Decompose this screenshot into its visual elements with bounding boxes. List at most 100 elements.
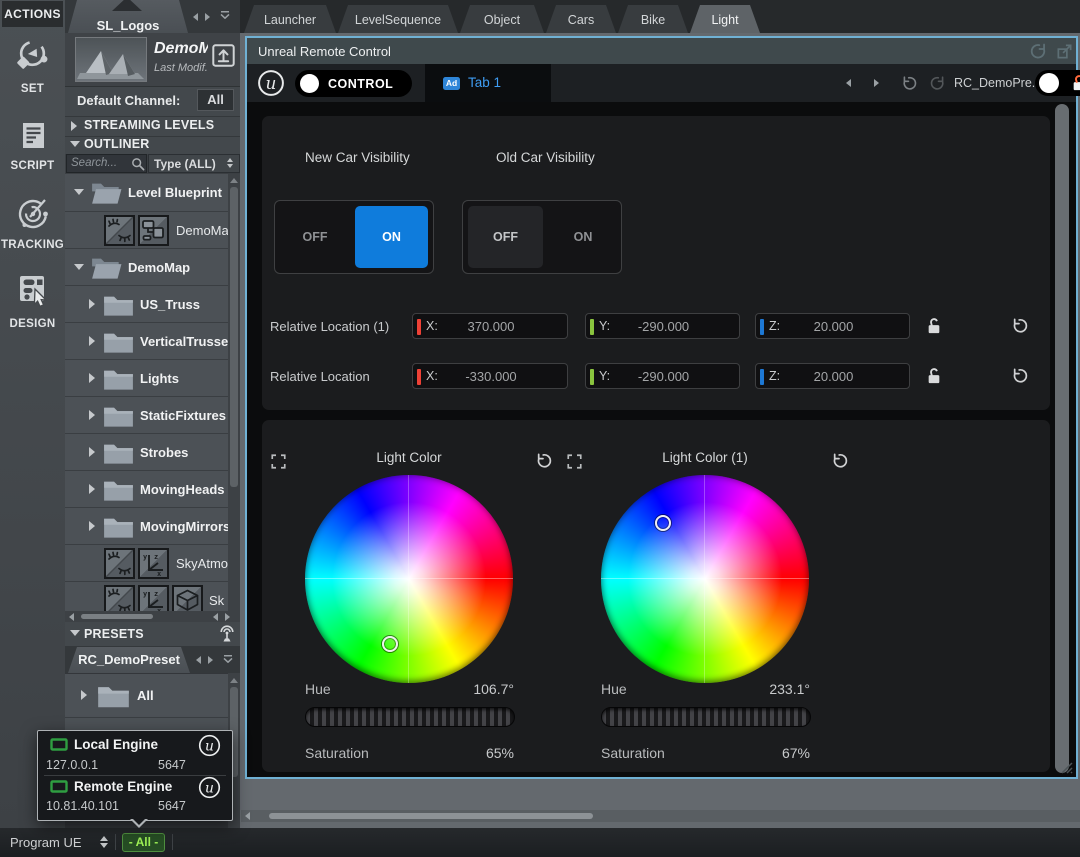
old-car-on-button[interactable]: ON: [543, 201, 623, 273]
axis-icon[interactable]: [138, 548, 169, 579]
visibility-eye-icon[interactable]: [104, 548, 135, 579]
tab-sl-logos[interactable]: SL_Logos: [68, 0, 188, 33]
all-filter-button[interactable]: - All -: [122, 833, 165, 852]
tree-row-all[interactable]: All: [65, 674, 228, 718]
new-car-off-button[interactable]: OFF: [275, 201, 355, 273]
tab-object[interactable]: Object: [460, 5, 544, 33]
signal-icon[interactable]: [218, 625, 236, 643]
export-window-icon[interactable]: [1056, 43, 1073, 60]
default-channel-select[interactable]: All: [197, 89, 234, 111]
color-selector[interactable]: [655, 515, 671, 531]
resize-grip-icon[interactable]: [1059, 760, 1073, 774]
caret-icon[interactable]: [89, 484, 95, 494]
tree-row-sk[interactable]: Sk: [65, 582, 228, 611]
lock-open-icon[interactable]: [926, 317, 942, 335]
asset-card[interactable]: DemoM Last Modif.: [65, 33, 240, 87]
caret-icon[interactable]: [89, 373, 95, 383]
caret-icon[interactable]: [74, 264, 84, 270]
outliner-header[interactable]: OUTLINER: [65, 136, 240, 154]
outliner-vscrollbar[interactable]: [228, 174, 240, 611]
cube-icon[interactable]: [172, 585, 203, 611]
reset-icon[interactable]: [1010, 317, 1028, 335]
tree-row-lights[interactable]: Lights: [65, 360, 228, 397]
set-icon[interactable]: [15, 38, 50, 73]
hscroll-thumb[interactable]: [81, 614, 153, 619]
sidebar-item-set[interactable]: SET: [0, 83, 65, 95]
tracking-icon[interactable]: [15, 195, 51, 232]
tabs-more-icon[interactable]: [220, 11, 230, 19]
tree-row-demomap[interactable]: DemoMap: [65, 249, 228, 286]
hue-slider[interactable]: [305, 707, 515, 727]
window-titlebar[interactable]: Unreal Remote Control: [247, 38, 1076, 64]
workspace-hscrollbar[interactable]: [241, 810, 1080, 822]
reset-icon[interactable]: [1010, 367, 1028, 385]
program-updown-icon[interactable]: [100, 836, 108, 848]
color-selector[interactable]: [382, 636, 398, 652]
loc1-y-field[interactable]: Y: -290.000: [585, 313, 740, 339]
tree-row-movingheads[interactable]: MovingHeads: [65, 471, 228, 508]
tab-bike[interactable]: Bike: [618, 5, 688, 33]
tab-levelsequence[interactable]: LevelSequence: [338, 5, 458, 33]
reset-icon[interactable]: [534, 452, 552, 470]
loc2-x-field[interactable]: X: -330.000: [412, 363, 568, 389]
window-vscrollbar[interactable]: [1055, 104, 1069, 773]
presets-prev-icon[interactable]: [196, 656, 201, 664]
tree-row-demoma[interactable]: DemoMa: [65, 212, 228, 249]
caret-icon[interactable]: [89, 521, 95, 531]
control-mode-toggle[interactable]: CONTROL: [295, 70, 412, 97]
axis-icon[interactable]: [138, 585, 169, 611]
undo-icon[interactable]: [900, 75, 917, 92]
tree-row-staticfixtures[interactable]: StaticFixtures: [65, 397, 228, 434]
visibility-eye-icon[interactable]: [104, 215, 135, 246]
redo-icon[interactable]: [930, 75, 947, 92]
history-forward-icon[interactable]: [874, 79, 879, 87]
sidebar-item-script[interactable]: SCRIPT: [0, 160, 65, 172]
history-back-icon[interactable]: [846, 79, 851, 87]
upload-icon[interactable]: [211, 43, 236, 68]
expand-icon[interactable]: [271, 454, 286, 469]
tabs-prev-icon[interactable]: [193, 13, 198, 21]
tree-row-strobes[interactable]: Strobes: [65, 434, 228, 471]
streaming-levels-header[interactable]: STREAMING LEVELS: [65, 116, 240, 137]
sidebar-item-tracking[interactable]: TRACKING: [0, 239, 65, 251]
tree-row-movingmirrors[interactable]: MovingMirrors: [65, 508, 228, 545]
refresh-icon[interactable]: [1030, 42, 1049, 61]
visibility-eye-icon[interactable]: [104, 585, 135, 611]
tabs-next-icon[interactable]: [205, 13, 210, 21]
tree-row-skyatmo[interactable]: SkyAtmo: [65, 545, 228, 582]
reset-icon[interactable]: [830, 452, 848, 470]
presets-next-icon[interactable]: [208, 656, 213, 664]
tree-row-us-truss[interactable]: US_Truss: [65, 286, 228, 323]
presets-more-icon[interactable]: [223, 655, 233, 663]
unreal-logo-icon[interactable]: [198, 734, 221, 757]
tab-rc-demopreset[interactable]: RC_DemoPreset: [68, 647, 190, 673]
caret-icon[interactable]: [89, 410, 95, 420]
color-wheel[interactable]: [305, 475, 513, 683]
workspace-hscroll-thumb[interactable]: [269, 813, 593, 819]
preset-lock-toggle[interactable]: [1035, 70, 1080, 96]
tab-light[interactable]: Light: [690, 5, 760, 33]
sidebar-item-design[interactable]: DESIGN: [0, 318, 65, 330]
loc2-z-field[interactable]: Z: 20.000: [755, 363, 910, 389]
loc2-y-field[interactable]: Y: -290.000: [585, 363, 740, 389]
caret-icon[interactable]: [89, 299, 95, 309]
blueprint-icon[interactable]: [138, 215, 169, 246]
local-engine-name[interactable]: Local Engine: [74, 737, 158, 752]
hue-slider[interactable]: [601, 707, 811, 727]
remote-engine-name[interactable]: Remote Engine: [74, 779, 172, 794]
caret-icon[interactable]: [81, 690, 87, 700]
lock-open-icon[interactable]: [926, 367, 942, 385]
tab-cars[interactable]: Cars: [546, 5, 616, 33]
loc1-x-field[interactable]: X: 370.000: [412, 313, 568, 339]
program-selector[interactable]: Program UE: [10, 835, 82, 850]
tab-tab1[interactable]: Ad Tab 1: [425, 64, 551, 102]
presets-header[interactable]: PRESETS: [65, 622, 240, 646]
tree-row-verticaltrusses[interactable]: VerticalTrusses: [65, 323, 228, 360]
actions-tab[interactable]: ACTIONS: [2, 1, 63, 27]
old-car-off-button[interactable]: OFF: [468, 206, 543, 268]
tree-row-level-blueprint[interactable]: Level Blueprint: [65, 174, 228, 212]
caret-icon[interactable]: [74, 189, 84, 195]
script-icon[interactable]: [16, 118, 50, 153]
expand-icon[interactable]: [567, 454, 582, 469]
outliner-hscrollbar[interactable]: [65, 611, 240, 622]
